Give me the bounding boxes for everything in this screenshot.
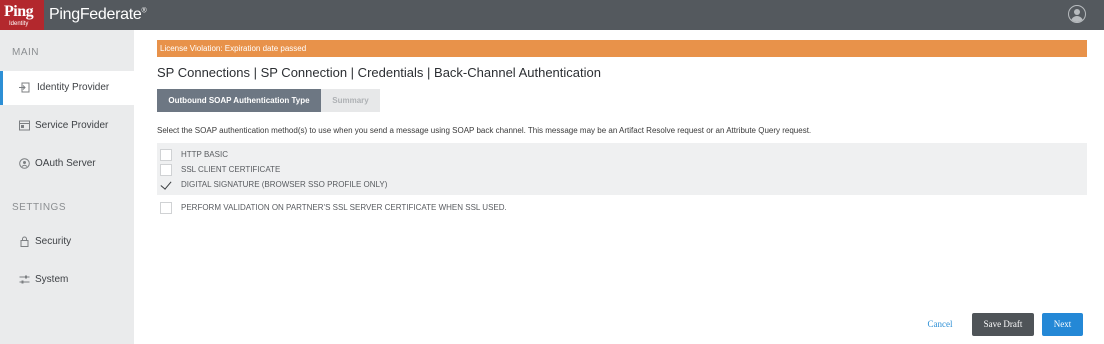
sidebar-item-system[interactable]: System	[0, 263, 134, 297]
option-perform-validation[interactable]: PERFORM VALIDATION ON PARTNER'S SSL SERV…	[157, 201, 657, 215]
user-icon-body	[1070, 16, 1083, 22]
sidebar-item-identity-provider[interactable]: Identity Provider	[0, 71, 142, 105]
ping-logo[interactable]: Ping Identity	[0, 0, 44, 30]
save-draft-button[interactable]: Save Draft	[972, 313, 1034, 336]
authentication-options-panel: HTTP BASIC SSL CLIENT CERTIFICATE DIGITA…	[157, 143, 1087, 195]
app-name-mark: ®	[141, 7, 147, 15]
sidebar-item-label: Identity Provider	[37, 82, 110, 93]
page-title-breadcrumb: SP Connections | SP Connection | Credent…	[157, 65, 601, 80]
sidebar-item-label: OAuth Server	[35, 158, 96, 169]
oauth-server-icon	[19, 158, 30, 169]
instructions-text: Select the SOAP authentication method(s)…	[157, 126, 812, 135]
sidebar-item-label: System	[35, 274, 69, 285]
option-label: PERFORM VALIDATION ON PARTNER'S SSL SERV…	[181, 203, 507, 212]
identity-provider-icon	[19, 82, 30, 93]
app-name: PingFederate®	[49, 6, 147, 24]
sidebar-item-service-provider[interactable]: Service Provider	[0, 109, 134, 143]
service-provider-icon	[19, 120, 30, 131]
option-digital-signature[interactable]: DIGITAL SIGNATURE (BROWSER SSO PROFILE O…	[157, 178, 557, 192]
http-basic-checkbox[interactable]	[160, 149, 172, 161]
lock-icon	[19, 236, 30, 247]
ssl-client-certificate-checkbox[interactable]	[160, 164, 172, 176]
logo-subtext: Identity	[9, 21, 29, 27]
tab-summary[interactable]: Summary	[321, 89, 380, 112]
sidebar-item-security[interactable]: Security	[0, 225, 134, 259]
license-warning-banner: License Violation: Expiration date passe…	[157, 40, 1087, 57]
option-label: HTTP BASIC	[181, 150, 228, 159]
logo-text: Ping	[4, 3, 34, 20]
top-bar: Ping Identity PingFederate®	[0, 0, 1104, 30]
sidebar-item-label: Security	[35, 236, 72, 247]
next-button[interactable]: Next	[1042, 313, 1083, 336]
user-icon-head	[1073, 8, 1080, 15]
cancel-button[interactable]: Cancel	[921, 313, 959, 335]
digital-signature-checkbox[interactable]	[160, 178, 172, 191]
sidebar: MAIN Identity Provider Service Provider …	[0, 30, 142, 344]
option-label: SSL CLIENT CERTIFICATE	[181, 165, 281, 174]
perform-validation-checkbox[interactable]	[160, 202, 172, 214]
sidebar-heading-main: MAIN	[12, 47, 39, 58]
sliders-icon	[19, 274, 30, 285]
tab-outbound-soap-authentication-type[interactable]: Outbound SOAP Authentication Type	[157, 89, 321, 112]
sidebar-item-oauth-server[interactable]: OAuth Server	[0, 147, 134, 181]
checkmark-icon	[160, 178, 172, 190]
user-account-icon[interactable]	[1068, 5, 1086, 23]
sidebar-item-label: Service Provider	[35, 120, 109, 131]
option-label: DIGITAL SIGNATURE (BROWSER SSO PROFILE O…	[181, 180, 388, 189]
option-http-basic[interactable]: HTTP BASIC	[157, 148, 557, 162]
sidebar-heading-settings: SETTINGS	[12, 202, 67, 213]
option-ssl-client-certificate[interactable]: SSL CLIENT CERTIFICATE	[157, 163, 557, 177]
app-name-text: PingFederate	[49, 6, 142, 23]
